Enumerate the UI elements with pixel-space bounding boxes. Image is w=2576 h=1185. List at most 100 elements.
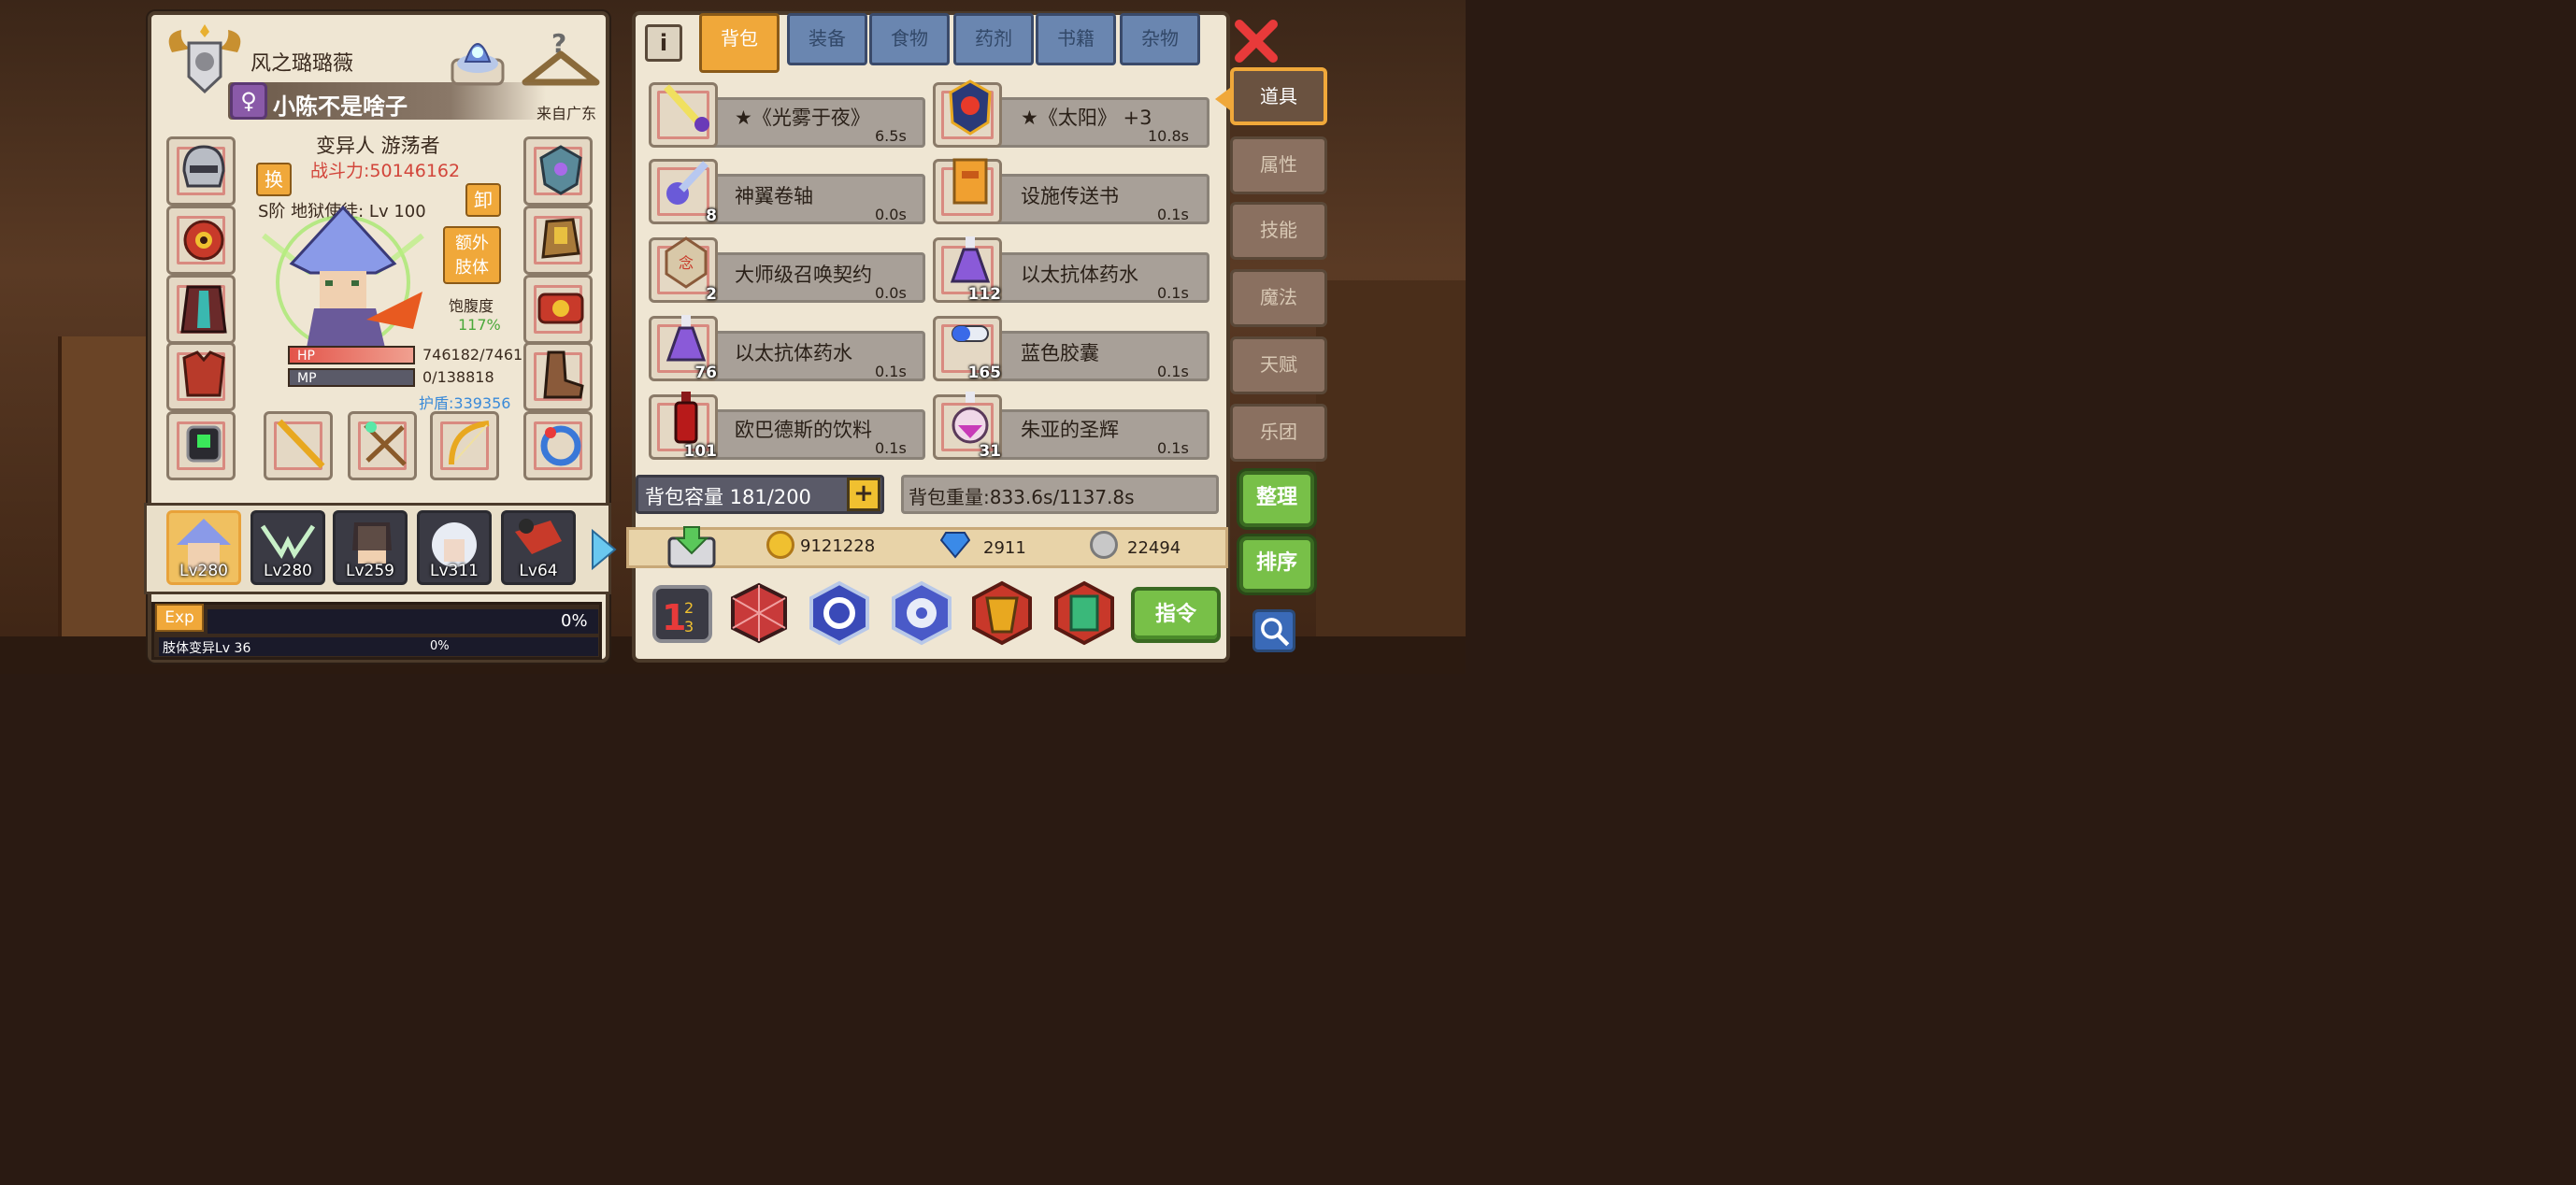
number-sort-icon[interactable]: 123 <box>649 579 716 647</box>
item-time: 0.1s <box>1157 439 1189 457</box>
party-member-5[interactable]: Lv64 <box>501 510 576 585</box>
item-time: 6.5s <box>875 127 907 145</box>
orange-book-icon <box>952 158 988 205</box>
tab-food[interactable]: 食物 <box>869 13 950 65</box>
character-avatar-sprite <box>262 205 424 350</box>
item-time: 0.1s <box>1157 284 1189 302</box>
equip-slot-boots[interactable] <box>523 342 593 411</box>
party-member-2[interactable]: Lv280 <box>250 510 325 585</box>
equip-slot-belt[interactable] <box>523 275 593 344</box>
item-icon-frame <box>649 82 718 148</box>
party-member-3[interactable]: Lv259 <box>333 510 408 585</box>
download-tray-icon[interactable] <box>665 523 718 570</box>
item-time: 10.8s <box>1148 127 1189 145</box>
info-button[interactable]: i <box>645 24 682 62</box>
item-icon-frame: 念 2 <box>649 236 718 304</box>
side-tab-skills[interactable]: 技能 <box>1230 202 1327 260</box>
side-tab-items[interactable]: 道具 <box>1215 67 1327 125</box>
player-name: 小陈不是啥子 <box>273 93 408 120</box>
boots-icon <box>543 350 584 399</box>
exp-percent: 0% <box>561 611 588 631</box>
party-member-4[interactable]: Lv311 <box>417 510 492 585</box>
rune-cube-icon[interactable] <box>725 579 793 647</box>
item-name: 神翼卷轴 <box>735 185 813 207</box>
unequip-button[interactable]: 卸 <box>465 183 501 217</box>
magic-seal-icon[interactable] <box>888 579 955 647</box>
class-title: 变异人 游荡者 <box>316 135 440 157</box>
equip-slot-gauntlet[interactable] <box>523 206 593 275</box>
item-quantity: 112 <box>967 285 1002 304</box>
tab-equipment[interactable]: 装备 <box>787 13 867 65</box>
backpack-capacity: 背包容量 181/200 <box>645 486 811 508</box>
svg-text:3: 3 <box>684 618 694 635</box>
item-name: ★《光雾于夜》 <box>735 107 870 129</box>
sort-button[interactable]: 排序 <box>1239 536 1314 592</box>
green-book-icon[interactable] <box>1051 579 1118 647</box>
side-tab-magic[interactable]: 魔法 <box>1230 269 1327 327</box>
equip-slot-staff[interactable] <box>264 411 333 480</box>
equip-slot-ring[interactable] <box>523 411 593 480</box>
equip-slot-device[interactable] <box>166 411 236 480</box>
equip-slot-helmet[interactable] <box>166 136 236 206</box>
satiety-label: 饱腹度 <box>449 297 494 315</box>
item-time: 0.1s <box>875 363 907 380</box>
item-quantity: 76 <box>694 364 717 382</box>
party-next-arrow-icon[interactable] <box>589 529 617 570</box>
guild-name: 风之璐璐薇 <box>250 52 354 76</box>
item-time: 0.1s <box>875 439 907 457</box>
mp-bar: MP <box>288 368 415 387</box>
tab-potion[interactable]: 药剂 <box>953 13 1034 65</box>
tab-backpack[interactable]: 背包 <box>699 13 780 73</box>
party-member-level: Lv280 <box>179 562 228 580</box>
tab-books[interactable]: 书籍 <box>1036 13 1116 65</box>
belt-eye-icon <box>537 293 584 324</box>
item-name: ★《太阳》 +3 <box>1021 107 1152 129</box>
equip-slot-bow[interactable] <box>430 411 499 480</box>
command-button[interactable]: 指令 <box>1131 587 1221 643</box>
backpack-weight: 背包重量:833.6s/1137.8s <box>909 486 1135 508</box>
helmet-icon <box>182 145 225 188</box>
chest-armor-icon <box>182 350 225 397</box>
expand-capacity-button[interactable]: + <box>847 478 880 511</box>
organize-button[interactable]: 整理 <box>1239 471 1314 527</box>
equip-slot-amulet[interactable] <box>166 206 236 275</box>
side-tab-band[interactable]: 乐团 <box>1230 404 1327 462</box>
equip-slot-shield[interactable] <box>523 136 593 206</box>
swap-button[interactable]: 换 <box>256 163 292 196</box>
close-icon[interactable] <box>1232 17 1281 65</box>
item-name: 欧巴德斯的饮料 <box>735 419 872 441</box>
item-icon-frame: 112 <box>933 236 1002 304</box>
item-quantity: 165 <box>967 364 1002 382</box>
extra-limb-button[interactable]: 额外 肢体 <box>443 226 501 284</box>
party-member-level: Lv64 <box>519 562 558 580</box>
purple-potion-icon <box>665 315 707 362</box>
item-quantity: 2 <box>706 285 717 304</box>
item-icon-frame: 31 <box>933 392 1002 461</box>
bow-icon <box>449 421 490 465</box>
item-time: 0.1s <box>1157 206 1189 223</box>
shield-value: 护盾:339356 <box>419 394 511 412</box>
equip-slot-armor[interactable] <box>166 342 236 411</box>
svg-text:2: 2 <box>684 599 694 617</box>
item-time: 0.0s <box>875 206 907 223</box>
item-icon-frame <box>933 158 1002 224</box>
equip-slot-cloak[interactable] <box>166 275 236 344</box>
search-icon[interactable] <box>1252 609 1295 652</box>
totem-icon[interactable] <box>968 579 1036 647</box>
svg-text:1: 1 <box>662 597 686 638</box>
tab-misc[interactable]: 杂物 <box>1120 13 1200 65</box>
portal-ring-icon[interactable] <box>806 579 873 647</box>
item-quantity: 101 <box>683 442 718 461</box>
party-member-level: Lv259 <box>346 562 394 580</box>
party-member-1[interactable]: Lv280 <box>166 510 241 585</box>
background-shop <box>1316 280 1466 674</box>
equip-slot-crossbow[interactable] <box>348 411 417 480</box>
mp-value: 0/138818 <box>422 368 494 386</box>
female-gender-icon: ♀ <box>230 82 267 120</box>
sun-crest-icon <box>949 79 992 136</box>
item-icon-frame: 8 <box>649 159 718 225</box>
side-tab-talent[interactable]: 天赋 <box>1230 336 1327 394</box>
item-name: 朱亚的圣辉 <box>1021 419 1119 441</box>
side-tab-attributes[interactable]: 属性 <box>1230 136 1327 194</box>
gold-amount: 9121228 <box>800 536 876 556</box>
